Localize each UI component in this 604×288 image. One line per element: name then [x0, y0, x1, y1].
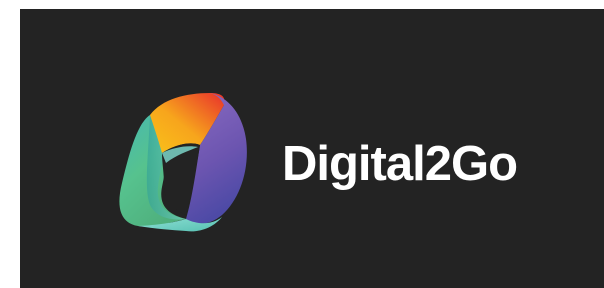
mobius-ribbon-logo-icon — [119, 93, 247, 232]
logo-banner: Digital2Go — [20, 9, 604, 288]
page: Digital2Go — [0, 0, 604, 288]
brand-wordmark: Digital2Go — [282, 137, 518, 191]
